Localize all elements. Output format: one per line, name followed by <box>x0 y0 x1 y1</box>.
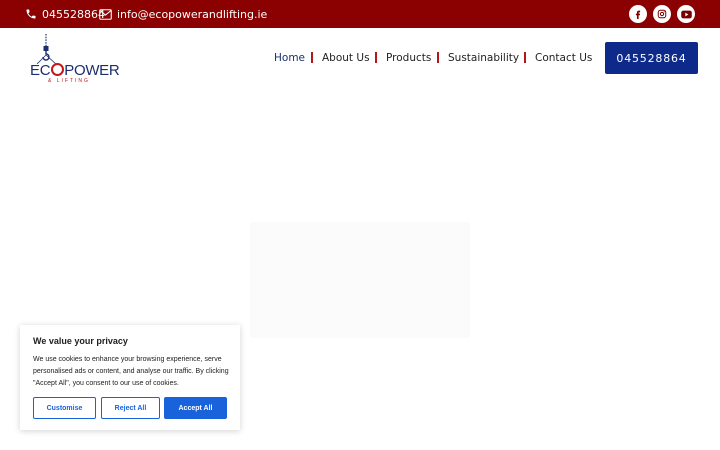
top-contact-bar: 045528864 info@ecopowerandlifting.ie <box>0 0 720 28</box>
nav-separator <box>437 52 439 63</box>
nav-separator <box>524 52 526 63</box>
logo-word-start: EC <box>30 62 51 79</box>
content-placeholder <box>250 222 470 338</box>
nav-item-about-us[interactable]: About Us <box>322 50 370 66</box>
site-logo[interactable]: EC POWER & LIFTING <box>30 34 120 84</box>
nav-separator <box>311 52 313 63</box>
cookie-title: We value your privacy <box>33 336 128 346</box>
nav-item-contact-us[interactable]: Contact Us <box>535 50 592 66</box>
nav-item-home[interactable]: Home <box>274 50 305 66</box>
logo-subtitle: & LIFTING <box>48 78 90 84</box>
crane-hook-icon <box>36 34 57 64</box>
customise-button[interactable]: Customise <box>33 397 96 419</box>
reject-all-button[interactable]: Reject All <box>101 397 160 419</box>
nav-item-products[interactable]: Products <box>386 50 431 66</box>
facebook-icon[interactable] <box>629 5 647 23</box>
phone-cta-button[interactable]: 045528864 <box>605 42 698 74</box>
logo-word-end: POWER <box>64 62 120 79</box>
phone-icon <box>26 9 36 19</box>
power-ring-icon <box>50 63 64 76</box>
envelope-icon <box>99 8 112 20</box>
accept-all-button[interactable]: Accept All <box>164 397 227 419</box>
logo-wordmark: EC POWER <box>30 62 120 79</box>
topbar-phone-text: 045528864 <box>42 7 105 21</box>
cookie-description: We use cookies to enhance your browsing … <box>33 356 229 387</box>
topbar-email-link[interactable]: info@ecopowerandlifting.ie <box>99 0 267 28</box>
cookie-consent-banner: We value your privacy We use cookies to … <box>20 325 240 430</box>
youtube-icon[interactable] <box>677 5 695 23</box>
topbar-phone-link[interactable]: 045528864 <box>25 0 105 28</box>
topbar-email-text: info@ecopowerandlifting.ie <box>117 7 268 21</box>
nav-item-sustainability[interactable]: Sustainability <box>448 50 519 66</box>
instagram-icon[interactable] <box>653 5 671 23</box>
nav-separator <box>375 52 377 63</box>
